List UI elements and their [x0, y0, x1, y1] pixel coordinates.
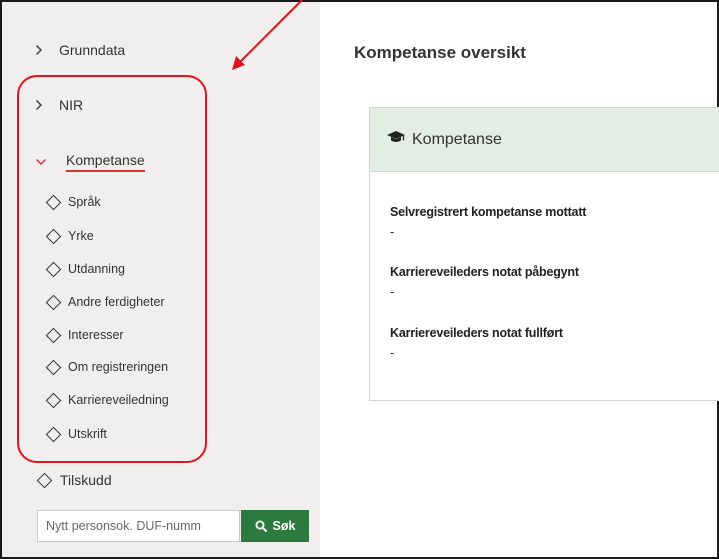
field-value: -: [390, 346, 395, 360]
diamond-icon: [45, 359, 62, 375]
diamond-icon: [45, 261, 62, 277]
page-title: Kompetanse oversikt: [354, 43, 526, 62]
sidebar-item-label: NIR: [59, 97, 84, 113]
sidebar-subitem-label: Andre ferdigheter: [68, 295, 165, 309]
sidebar-item-label: Grunndata: [59, 42, 126, 58]
sidebar-subitem-label: Språk: [68, 195, 101, 209]
diamond-icon: [45, 327, 62, 343]
field-value: -: [390, 225, 395, 239]
diamond-icon: [45, 392, 62, 408]
sidebar-item-tilskudd[interactable]: Tilskudd: [36, 472, 112, 488]
sidebar-subitem-karriereveiledning[interactable]: Karriereveiledning: [45, 392, 169, 408]
field-label: Selvregistrert kompetanse mottatt: [390, 205, 587, 219]
sidebar-item-nir[interactable]: NIR: [35, 97, 83, 113]
diamond-icon: [45, 194, 62, 210]
field-label: Karriereveileders notat fullført: [390, 326, 563, 340]
field-notat-pabegynt: Karriereveileders notat påbegynt -: [390, 265, 579, 299]
diamond-icon: [36, 472, 53, 488]
sidebar-item-label: Kompetanse: [66, 152, 145, 172]
sidebar: Grunndata NIR Kompetanse Språk Yrke Utda…: [2, 2, 320, 557]
sidebar-subitem-label: Om registreringen: [68, 360, 169, 374]
card-header: Kompetanse: [370, 108, 719, 172]
field-notat-fullfort: Karriereveileders notat fullført -: [390, 326, 563, 360]
kompetanse-card: Kompetanse Selvregistrert kompetanse mot…: [369, 107, 719, 401]
sidebar-subitem-utskrift[interactable]: Utskrift: [45, 426, 107, 442]
sidebar-item-kompetanse[interactable]: Kompetanse: [35, 152, 145, 172]
sidebar-subitem-label: Karriereveiledning: [68, 393, 169, 407]
search-button-label: Søk: [272, 519, 296, 533]
sidebar-subitem-om-registreringen[interactable]: Om registreringen: [45, 359, 169, 375]
sidebar-subitem-sprak[interactable]: Språk: [45, 194, 101, 210]
search-button[interactable]: Søk: [241, 510, 309, 542]
search-icon: [255, 520, 267, 532]
sidebar-subitem-label: Yrke: [68, 229, 94, 243]
sidebar-subitem-yrke[interactable]: Yrke: [45, 228, 94, 244]
sidebar-subitem-label: Interesser: [68, 328, 124, 342]
person-search-input[interactable]: [37, 510, 240, 542]
field-label: Karriereveileders notat påbegynt: [390, 265, 579, 279]
card-title: Kompetanse: [412, 130, 502, 148]
graduation-cap-icon: [386, 130, 406, 149]
diamond-icon: [45, 294, 62, 310]
field-selvregistrert: Selvregistrert kompetanse mottatt -: [390, 205, 586, 239]
field-value: -: [390, 285, 395, 299]
chevron-right-icon: [35, 44, 49, 56]
sidebar-subitem-utdanning[interactable]: Utdanning: [45, 261, 125, 277]
diamond-icon: [45, 228, 62, 244]
sidebar-subitem-interesser[interactable]: Interesser: [45, 327, 124, 343]
chevron-down-icon: [35, 158, 49, 166]
sidebar-subitem-andre-ferdigheter[interactable]: Andre ferdigheter: [45, 294, 165, 310]
sidebar-subitem-label: Utdanning: [68, 262, 125, 276]
sidebar-subitem-label: Utskrift: [68, 427, 107, 441]
sidebar-item-label: Tilskudd: [60, 472, 112, 488]
chevron-right-icon: [35, 99, 49, 111]
sidebar-item-grunndata[interactable]: Grunndata: [35, 42, 125, 58]
diamond-icon: [45, 426, 62, 442]
